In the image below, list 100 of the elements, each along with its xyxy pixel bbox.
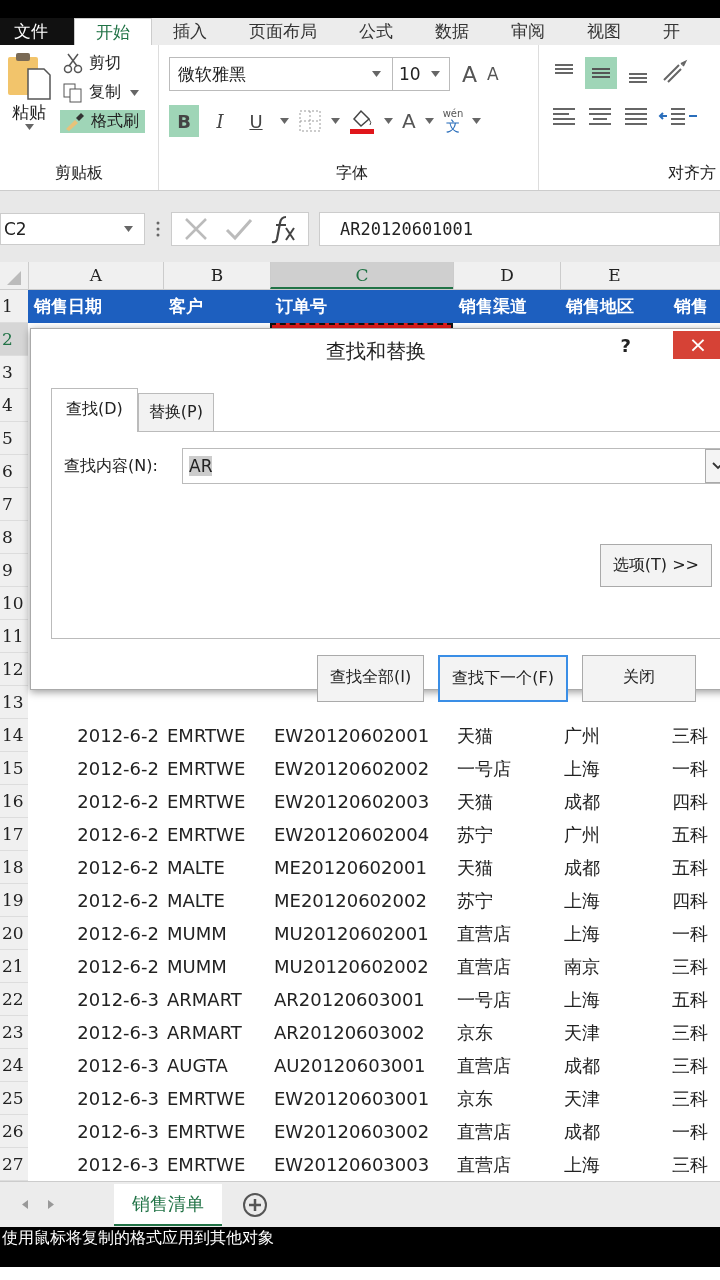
table-cell-text: 2012-6-3 — [76, 1021, 160, 1045]
row-header[interactable]: 7 — [0, 488, 28, 521]
row-header[interactable]: 15 — [0, 752, 28, 785]
font-style-button[interactable]: I — [205, 105, 235, 137]
ribbon-tab[interactable]: 数据 — [414, 18, 490, 45]
column-header[interactable]: A — [28, 262, 163, 289]
formula-field[interactable]: AR20120601001 — [319, 212, 720, 246]
row-header[interactable]: 25 — [0, 1082, 28, 1115]
caret-icon[interactable] — [24, 124, 34, 130]
options-button[interactable]: 选项(T) >> — [599, 544, 712, 587]
row-header[interactable]: 9 — [0, 554, 28, 587]
ribbon-tab[interactable]: 视图 — [566, 18, 642, 45]
column-header[interactable]: C — [270, 262, 453, 289]
dialog-button[interactable]: 查找全部(I) — [317, 655, 425, 702]
row-header[interactable]: 24 — [0, 1049, 28, 1082]
row-header[interactable]: 16 — [0, 785, 28, 818]
help-button[interactable]: ? — [620, 329, 631, 363]
table-cell-text: 三科 — [671, 1087, 709, 1111]
row-header[interactable]: 2 — [0, 323, 28, 356]
caret-icon[interactable] — [384, 118, 393, 124]
row-header[interactable]: 4 — [0, 389, 28, 422]
dialog-tab[interactable]: 替换(P) — [137, 393, 214, 431]
table-cell-text: 2012-6-2 — [76, 823, 160, 847]
column-title: 销售渠道 — [453, 290, 560, 323]
row-header[interactable]: 3 — [0, 356, 28, 389]
shrink-font-button[interactable]: A — [487, 64, 499, 84]
ribbon-tab[interactable]: 开 — [642, 18, 701, 45]
dialog-button[interactable]: 查找下一个(F) — [438, 655, 568, 702]
align-middle-icon[interactable] — [585, 57, 617, 89]
ribbon-tab[interactable]: 页面布局 — [228, 18, 338, 45]
caret-icon[interactable] — [431, 71, 440, 77]
ribbon-tab[interactable]: 公式 — [338, 18, 414, 45]
table-cell-text: 南京 — [563, 955, 601, 979]
row-header[interactable]: 1 — [0, 290, 28, 323]
row-header[interactable]: 21 — [0, 950, 28, 983]
table-cell-text: 成都 — [563, 856, 601, 880]
cut-button[interactable]: 剪切 — [60, 51, 145, 75]
ribbon-tab[interactable]: 文件 — [0, 18, 74, 45]
row-header[interactable]: 27 — [0, 1148, 28, 1181]
dialog-button[interactable]: 关闭 — [581, 655, 696, 702]
row-header[interactable]: 14 — [0, 719, 28, 752]
column-header[interactable]: D — [453, 262, 560, 289]
ribbon-tab[interactable]: 审阅 — [490, 18, 566, 45]
row-header[interactable]: 8 — [0, 521, 28, 554]
font-style-button[interactable]: U — [241, 105, 271, 137]
paste-icon[interactable] — [6, 51, 52, 101]
ribbon-tab[interactable]: 插入 — [152, 18, 228, 45]
row-header[interactable]: 22 — [0, 983, 28, 1016]
column-title: 销售日期 — [28, 290, 163, 323]
copy-button[interactable]: 复制 — [60, 81, 145, 104]
caret-icon[interactable] — [280, 118, 289, 124]
row-header[interactable]: 19 — [0, 884, 28, 917]
font-style-button[interactable]: B — [169, 105, 199, 137]
table-cell-text: 成都 — [563, 1120, 601, 1144]
row-header[interactable]: 10 — [0, 587, 28, 620]
find-field[interactable]: AR — [182, 448, 720, 484]
phonetic-button[interactable]: wén 文 — [442, 109, 464, 133]
table-cell-text: 三科 — [671, 1054, 709, 1078]
table-cell-text: AR20120603001 — [273, 988, 426, 1012]
table-cell-text: AU20120603001 — [273, 1054, 427, 1078]
row-header[interactable]: 20 — [0, 917, 28, 950]
caret-icon[interactable] — [424, 118, 434, 124]
caret-icon[interactable] — [124, 226, 133, 232]
row-header[interactable]: 11 — [0, 620, 28, 653]
table-cell-text: ARMART — [166, 988, 243, 1012]
grow-font-button[interactable]: A — [462, 61, 478, 87]
table-cell-text: 一科 — [671, 1120, 709, 1144]
table-cell-text: 2012-6-2 — [76, 757, 160, 781]
caret-icon[interactable] — [331, 118, 340, 124]
row-header[interactable]: 23 — [0, 1016, 28, 1049]
font-color-button[interactable]: A — [402, 109, 416, 133]
row-header[interactable]: 18 — [0, 851, 28, 884]
column-title: 客户 — [163, 290, 270, 323]
ribbon-tab[interactable]: 开始 — [74, 18, 152, 45]
table-cell-text: EMRTWE — [166, 724, 247, 748]
table-cell-text: 苏宁 — [456, 823, 494, 847]
table-cell-text: 2012-6-3 — [76, 1153, 160, 1177]
font-name-dropdown[interactable]: 微软雅黑 — [169, 57, 393, 91]
row-header[interactable]: 6 — [0, 455, 28, 488]
format-painter-button[interactable]: 格式刷 — [60, 110, 145, 133]
row-header[interactable]: 13 — [0, 686, 28, 719]
row-header[interactable]: 17 — [0, 818, 28, 851]
row-header[interactable]: 12 — [0, 653, 28, 686]
close-button[interactable]: × — [673, 331, 720, 359]
row-header[interactable]: 5 — [0, 422, 28, 455]
name-box[interactable]: C2 — [0, 213, 145, 245]
font-size-dropdown[interactable]: 10 — [392, 57, 450, 91]
dialog-tab[interactable]: 查找(D) — [51, 388, 138, 432]
add-sheet-icon[interactable] — [242, 1191, 268, 1218]
fill-color-icon[interactable] — [349, 107, 375, 135]
paste-button[interactable]: 粘贴 — [12, 101, 46, 124]
find-label: 查找内容(N): — [64, 455, 159, 477]
row-header[interactable]: 26 — [0, 1115, 28, 1148]
sheet-tab[interactable]: 销售清单 — [114, 1183, 222, 1226]
table-cell-text: EW20120603003 — [273, 1153, 431, 1177]
column-header[interactable]: E — [560, 262, 668, 289]
caret-icon[interactable] — [130, 89, 139, 96]
caret-icon[interactable] — [472, 118, 482, 124]
dialog-title: 查找和替换 — [326, 339, 426, 363]
caret-icon[interactable] — [372, 71, 381, 77]
